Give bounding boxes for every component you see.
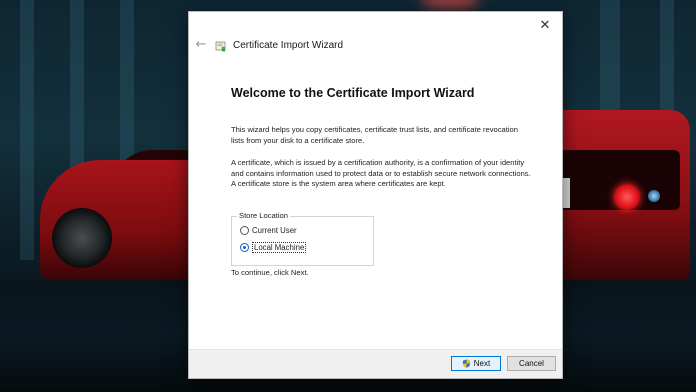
wizard-header: ← Certificate Import Wizard bbox=[193, 36, 343, 54]
continue-instruction: To continue, click Next. bbox=[231, 268, 309, 277]
wizard-title: Certificate Import Wizard bbox=[233, 39, 344, 51]
store-location-legend: Store Location bbox=[237, 211, 290, 220]
radio-button-selected[interactable] bbox=[240, 243, 249, 252]
certificate-import-wizard-dialog: ✕ ← Certificate Import Wizard Welcome to… bbox=[188, 11, 563, 379]
certificate-icon bbox=[215, 39, 227, 52]
car-taillight-small bbox=[648, 190, 660, 202]
back-arrow-icon[interactable]: ← bbox=[193, 37, 209, 53]
wallpaper-light-stripe bbox=[20, 0, 34, 260]
next-button[interactable]: Next bbox=[451, 356, 501, 371]
wizard-footer: Next Cancel bbox=[189, 349, 562, 378]
cancel-button[interactable]: Cancel bbox=[507, 356, 556, 371]
wizard-content: Welcome to the Certificate Import Wizard… bbox=[231, 86, 531, 202]
description-text: A certificate, which is issued by a cert… bbox=[231, 158, 531, 188]
radio-local-machine[interactable]: Local Machine bbox=[240, 242, 307, 253]
store-location-group: Store Location Current User Local Machin… bbox=[231, 211, 374, 266]
car-wheel bbox=[52, 208, 112, 268]
next-button-label: Next bbox=[473, 359, 491, 368]
radio-label-current-user: Current User bbox=[252, 226, 297, 235]
intro-text: This wizard helps you copy certificates,… bbox=[231, 125, 518, 145]
radio-current-user[interactable]: Current User bbox=[240, 226, 297, 235]
page-title: Welcome to the Certificate Import Wizard bbox=[231, 86, 475, 100]
uac-shield-icon bbox=[462, 359, 471, 368]
radio-label-local-machine: Local Machine bbox=[252, 242, 307, 253]
close-icon[interactable]: ✕ bbox=[534, 16, 556, 36]
radio-button[interactable] bbox=[240, 226, 249, 235]
wallpaper-neon-glow bbox=[420, 0, 480, 10]
car-taillight bbox=[614, 184, 640, 210]
